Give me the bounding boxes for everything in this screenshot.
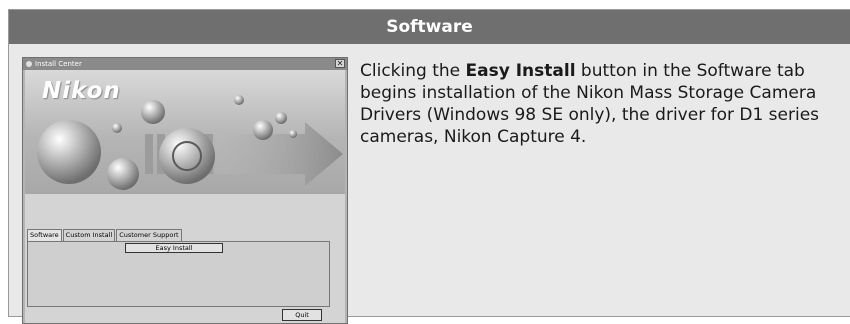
tab-custom-install[interactable]: Custom Install bbox=[62, 229, 116, 241]
description-bold: Easy Install bbox=[465, 61, 576, 81]
tab-customer-support[interactable]: Customer Support bbox=[116, 229, 182, 241]
easy-install-button[interactable]: Easy Install bbox=[125, 243, 223, 253]
section-frame: Software Install Center ✕ Nikon Software… bbox=[8, 9, 850, 324]
sphere-small bbox=[141, 100, 165, 124]
close-icon[interactable]: ✕ bbox=[335, 59, 345, 68]
description-paragraph: Clicking the Easy Install button in the … bbox=[360, 60, 850, 148]
quit-button[interactable]: Quit bbox=[282, 309, 322, 321]
window-title-bar: Install Center ✕ bbox=[23, 58, 347, 70]
tab-software[interactable]: Software bbox=[27, 229, 62, 241]
nikon-banner: Nikon bbox=[25, 70, 345, 194]
section-title: Software bbox=[9, 10, 850, 44]
window-title: Install Center bbox=[35, 60, 82, 68]
sphere-large bbox=[37, 120, 101, 184]
nikon-logo: Nikon bbox=[42, 78, 121, 104]
tab-strip: Software Custom Install Customer Support bbox=[27, 229, 183, 241]
window-app-icon bbox=[26, 61, 32, 67]
description-text-1: Clicking the bbox=[360, 61, 466, 81]
window-body: Software Custom Install Customer Support… bbox=[25, 194, 345, 323]
sphere-medium bbox=[107, 158, 139, 190]
install-center-screenshot: Install Center ✕ Nikon Software Custom I… bbox=[22, 57, 348, 324]
sphere-center bbox=[159, 128, 215, 184]
software-tab-panel: Easy Install bbox=[27, 241, 330, 307]
